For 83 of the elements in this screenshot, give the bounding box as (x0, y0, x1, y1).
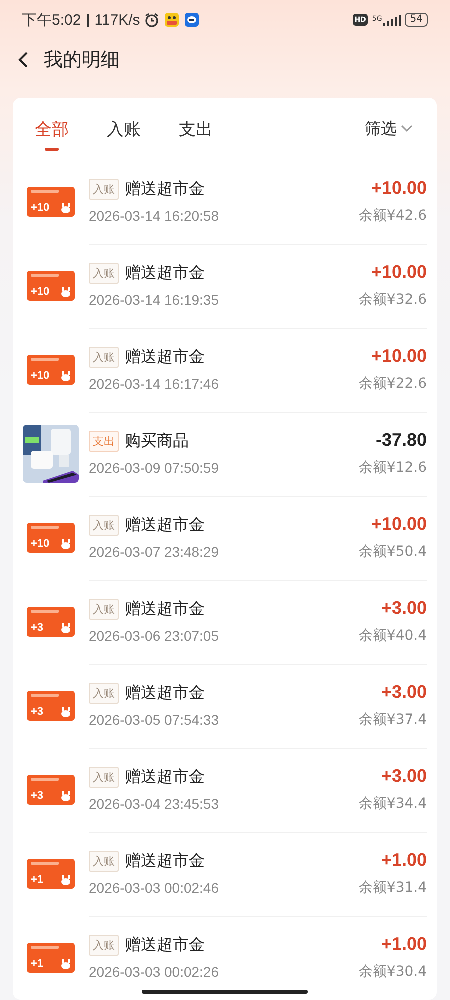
badge-value: +10 (31, 286, 50, 298)
signal-icon (383, 14, 402, 26)
balance: 余额¥42.6 (358, 207, 427, 225)
badge-value: +1 (31, 958, 44, 970)
record-time: 2026-03-05 07:54:33 (89, 712, 219, 728)
alarm-icon (144, 12, 160, 28)
rabbit-icon (61, 370, 71, 382)
record-title: 赠送超市金 (125, 179, 205, 200)
badge-value: +10 (31, 202, 50, 214)
record-title: 赠送超市金 (125, 515, 205, 536)
record-title: 赠送超市金 (125, 935, 205, 956)
back-icon (18, 51, 30, 69)
type-tag: 入账 (89, 347, 119, 368)
record-title: 赠送超市金 (125, 263, 205, 284)
rabbit-icon (61, 874, 71, 886)
status-time: 下午5:02 (22, 10, 82, 30)
rabbit-icon (61, 958, 71, 970)
badge-value: +1 (31, 874, 44, 886)
balance: 余额¥50.4 (358, 543, 427, 561)
amount: +10.00 (370, 514, 427, 535)
home-indicator[interactable] (142, 990, 308, 994)
type-tag: 支出 (89, 431, 119, 452)
amount: -37.80 (374, 430, 427, 451)
amount: +1.00 (380, 850, 427, 871)
balance: 余额¥32.6 (358, 291, 427, 309)
record-time: 2026-03-03 00:02:46 (89, 880, 219, 896)
type-tag: 入账 (89, 935, 119, 956)
type-tag: 入账 (89, 851, 119, 872)
amount: +1.00 (380, 934, 427, 955)
record-time: 2026-03-04 23:45:53 (89, 796, 219, 812)
record-time: 2026-03-09 07:50:59 (89, 460, 219, 476)
record-time: 2026-03-14 16:20:58 (89, 208, 219, 224)
record-title: 赠送超市金 (125, 347, 205, 368)
type-tag: 入账 (89, 599, 119, 620)
tab[interactable]: 入账 (107, 106, 141, 152)
badge-value: +10 (31, 370, 50, 382)
record-title: 赠送超市金 (125, 851, 205, 872)
record-time: 2026-03-14 16:19:35 (89, 292, 219, 308)
badge-value: +3 (31, 622, 44, 634)
page-title: 我的明细 (44, 48, 120, 73)
network-speed: 117K/s (94, 12, 140, 28)
badge-value: +3 (31, 706, 44, 718)
amount: +3.00 (380, 766, 427, 787)
amount: +3.00 (380, 598, 427, 619)
record-time: 2026-03-06 23:07:05 (89, 628, 219, 644)
badge-value: +10 (31, 538, 50, 550)
app-icon (184, 12, 200, 28)
amount: +3.00 (380, 682, 427, 703)
rabbit-icon (61, 538, 71, 550)
balance: 余额¥40.4 (358, 627, 427, 645)
balance: 余额¥22.6 (358, 375, 427, 393)
record-title: 赠送超市金 (125, 683, 205, 704)
type-tag: 入账 (89, 683, 119, 704)
balance: 余额¥30.4 (358, 963, 427, 981)
record-time: 2026-03-14 16:17:46 (89, 376, 219, 392)
tab[interactable]: 全部 (35, 106, 69, 152)
type-tag: 入账 (89, 263, 119, 284)
amount: +10.00 (370, 178, 427, 199)
battery-indicator: 54 (405, 13, 428, 27)
record-title: 购买商品 (125, 431, 189, 452)
rabbit-icon (61, 622, 71, 634)
rabbit-icon (61, 706, 71, 718)
rabbit-icon (61, 790, 71, 802)
amount: +10.00 (370, 262, 427, 283)
balance: 余额¥31.4 (358, 879, 427, 897)
type-tag: 入账 (89, 515, 119, 536)
rabbit-icon (61, 286, 71, 298)
amount: +10.00 (370, 346, 427, 367)
record-time: 2026-03-07 23:48:29 (89, 544, 219, 560)
app-icon (164, 12, 180, 28)
chevron-down-icon (401, 125, 413, 133)
balance: 余额¥34.4 (358, 795, 427, 813)
filter-button[interactable]: 筛选 (365, 118, 413, 140)
balance: 余额¥12.6 (358, 459, 427, 477)
badge-value: +3 (31, 790, 44, 802)
balance: 余额¥37.4 (358, 711, 427, 729)
type-tag: 入账 (89, 179, 119, 200)
type-tag: 入账 (89, 767, 119, 788)
record-title: 赠送超市金 (125, 767, 205, 788)
record-title: 赠送超市金 (125, 599, 205, 620)
tab[interactable]: 支出 (179, 106, 213, 152)
rabbit-icon (61, 202, 71, 214)
record-time: 2026-03-03 00:02:26 (89, 964, 219, 980)
